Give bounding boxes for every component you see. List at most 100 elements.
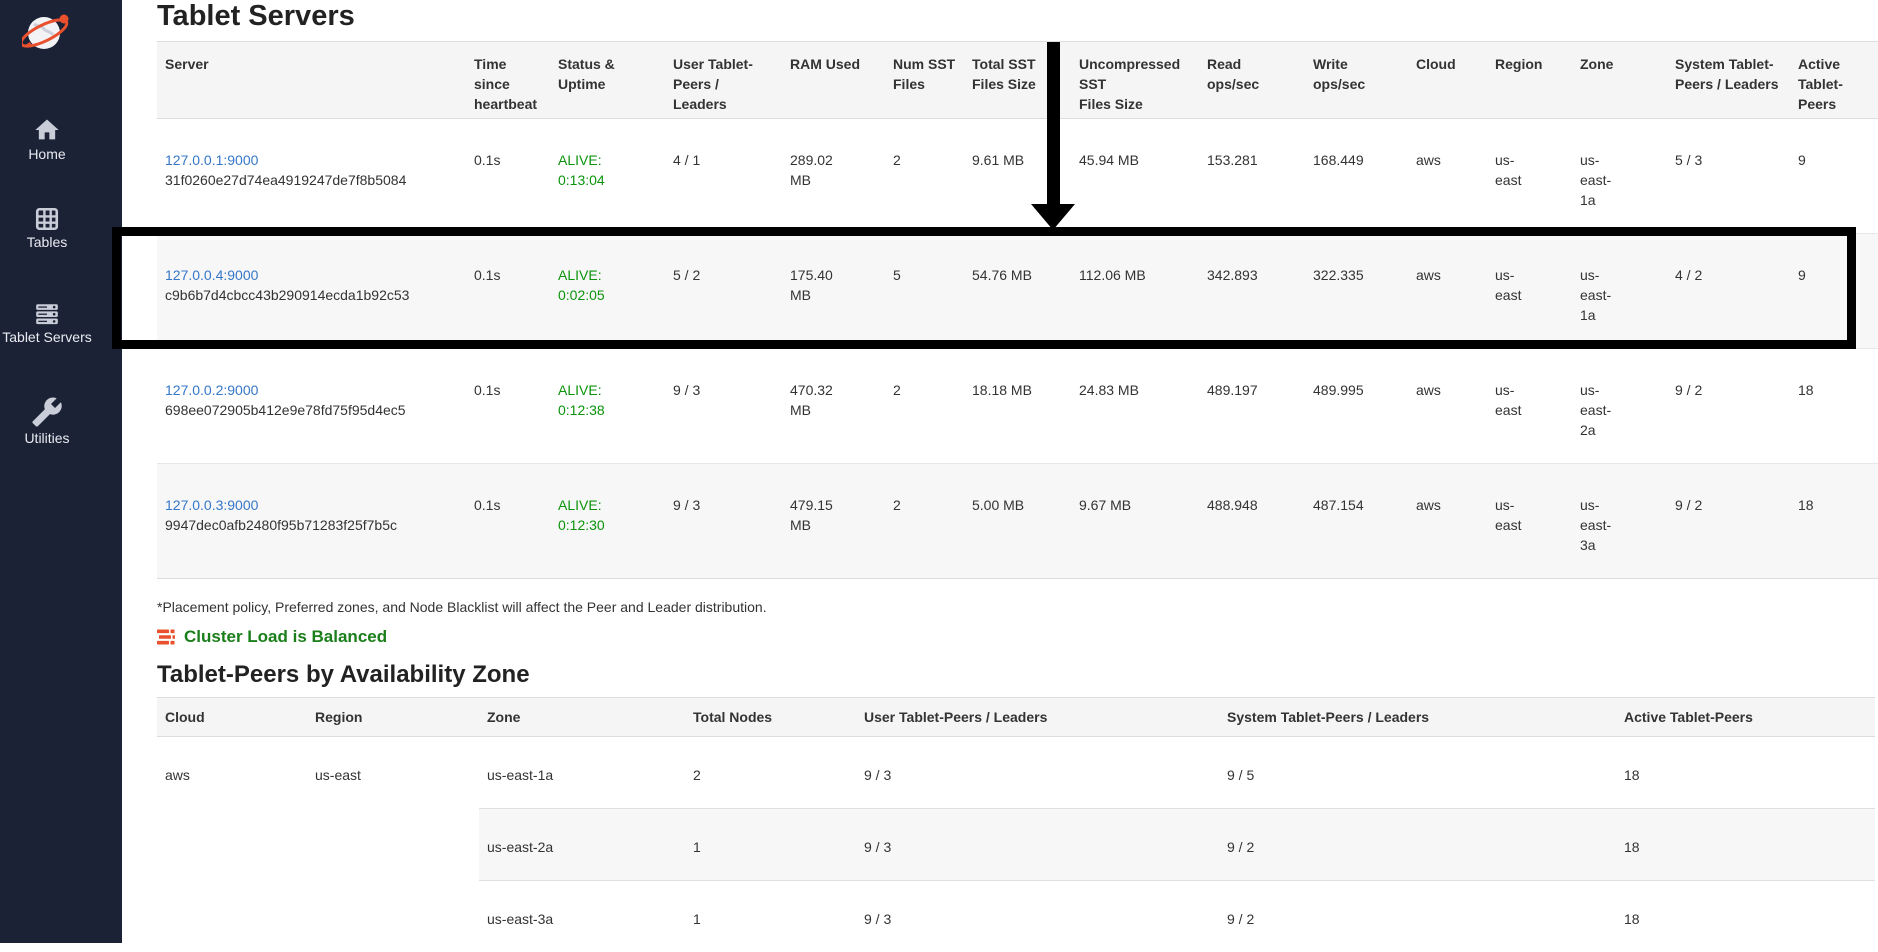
page-title: Tablet Servers — [157, 0, 1878, 32]
az-cell-region: us-east — [307, 737, 479, 952]
az-cell-zone: us-east-2a — [479, 809, 685, 881]
status-uptime: 0:12:30 — [558, 515, 657, 535]
az-cell-system-peers: 9 / 2 — [1219, 881, 1616, 952]
az-column-system-peers: System Tablet-Peers / Leaders — [1219, 698, 1616, 737]
server-row: 127.0.0.2:9000 698ee072905b412e9e78fd75f9… — [157, 349, 1878, 464]
status-alive: ALIVE: — [558, 380, 657, 400]
home-icon — [32, 116, 62, 144]
server-address-link[interactable]: 127.0.0.1:9000 — [165, 152, 258, 168]
cell-zone: us-east-3a — [1572, 464, 1667, 579]
az-column-region: Region — [307, 698, 479, 737]
cell-uncompressed: 24.83 MB — [1071, 349, 1199, 464]
az-cell-active-peers: 18 — [1616, 737, 1875, 809]
sidebar-item-utilities[interactable]: Utilities — [0, 396, 94, 446]
cell-ram: 470.32 MB — [782, 349, 885, 464]
az-row: aws us-east us-east-1a 2 9 / 3 9 / 5 18 — [157, 737, 1875, 809]
az-cell-zone: us-east-3a — [479, 881, 685, 952]
tables-icon — [33, 206, 61, 232]
cell-region: us-east — [1487, 234, 1572, 349]
cell-ram: 289.02 MB — [782, 119, 885, 234]
sidebar: Home Tables — [0, 0, 122, 943]
status-alive: ALIVE: — [558, 150, 657, 170]
column-header-status: Status & Uptime — [550, 42, 665, 119]
server-address-link[interactable]: 127.0.0.2:9000 — [165, 382, 258, 398]
column-header-user-peers: User Tablet-Peers / Leaders — [665, 42, 782, 119]
cell-user-peers: 5 / 2 — [665, 234, 782, 349]
cell-cloud: aws — [1408, 349, 1487, 464]
cell-status: ALIVE:0:02:05 — [550, 234, 665, 349]
az-cell-active-peers: 18 — [1616, 881, 1875, 952]
cell-cloud: aws — [1408, 119, 1487, 234]
server-row-highlighted: 127.0.0.4:9000c9b6b7d4cbcc43b290914ecda1… — [157, 234, 1878, 349]
tablet-servers-table: Server Time since heartbeat Status & Upt… — [157, 41, 1878, 579]
column-header-uncompressed: Uncompressed SST Files Size — [1071, 42, 1199, 119]
main-content: Tablet Servers Server Time since heartbe… — [122, 0, 1878, 952]
az-cell-total-nodes: 1 — [685, 809, 856, 881]
cell-status: ALIVE:0:12:38 — [550, 349, 665, 464]
cell-write-ops: 168.449 — [1305, 119, 1408, 234]
cell-system-peers: 5 / 3 — [1667, 119, 1790, 234]
az-section-title: Tablet-Peers by Availability Zone — [157, 661, 1878, 689]
az-table: Cloud Region Zone Total Nodes User Table… — [157, 697, 1875, 952]
az-cell-zone: us-east-1a — [479, 737, 685, 809]
cell-region: us-east — [1487, 349, 1572, 464]
status-uptime: 0:12:38 — [558, 400, 657, 420]
cell-read-ops: 342.893 — [1199, 234, 1305, 349]
cell-user-peers: 4 / 1 — [665, 119, 782, 234]
cell-cloud: aws — [1408, 234, 1487, 349]
column-header-cloud: Cloud — [1408, 42, 1487, 119]
az-column-active-peers: Active Tablet-Peers — [1616, 698, 1875, 737]
cell-region: us-east — [1487, 119, 1572, 234]
logo[interactable] — [22, 6, 70, 58]
cluster-load-status-row: Cluster Load is Balanced — [157, 627, 1878, 647]
cell-uncompressed: 9.67 MB — [1071, 464, 1199, 579]
az-column-zone: Zone — [479, 698, 685, 737]
cell-zone: us-east-2a — [1572, 349, 1667, 464]
server-address-link[interactable]: 127.0.0.4:9000 — [165, 267, 258, 283]
az-cell-active-peers: 18 — [1616, 809, 1875, 881]
cell-num-sst: 2 — [885, 464, 964, 579]
cell-uncompressed: 112.06 MB — [1071, 234, 1199, 349]
sidebar-item-tables[interactable]: Tables — [0, 206, 94, 250]
cell-server: 127.0.0.4:9000c9b6b7d4cbcc43b290914ecda1… — [157, 234, 466, 349]
az-header-row: Cloud Region Zone Total Nodes User Table… — [157, 698, 1875, 737]
az-column-cloud: Cloud — [157, 698, 307, 737]
cell-active-peers: 18 — [1790, 349, 1878, 464]
cell-zone: us-east-1a — [1572, 234, 1667, 349]
sidebar-item-tablet-servers[interactable]: Tablet Servers — [0, 301, 94, 345]
cell-active-peers: 18 — [1790, 464, 1878, 579]
placement-footnote: *Placement policy, Preferred zones, and … — [157, 599, 1878, 615]
column-header-server: Server — [157, 42, 466, 119]
cell-sst-size: 9.61 MB — [964, 119, 1071, 234]
cell-uncompressed: 45.94 MB — [1071, 119, 1199, 234]
cell-zone: us-east-1a — [1572, 119, 1667, 234]
server-uuid: 698ee072905b412e9e78fd75f95d4ec5 — [165, 400, 458, 420]
cell-heartbeat: 0.1s — [466, 234, 550, 349]
cell-user-peers: 9 / 3 — [665, 464, 782, 579]
az-column-user-peers: User Tablet-Peers / Leaders — [856, 698, 1219, 737]
server-row: 127.0.0.1:9000 31f0260e27d74ea4919247de7f… — [157, 119, 1878, 234]
cell-write-ops: 489.995 — [1305, 349, 1408, 464]
server-uuid: 31f0260e27d74ea4919247de7f8b5084 — [165, 170, 458, 190]
az-cell-system-peers: 9 / 2 — [1219, 809, 1616, 881]
cell-sst-size: 18.18 MB — [964, 349, 1071, 464]
cell-sst-size: 54.76 MB — [964, 234, 1071, 349]
status-alive: ALIVE: — [558, 265, 657, 285]
az-cell-system-peers: 9 / 5 — [1219, 737, 1616, 809]
cell-read-ops: 153.281 — [1199, 119, 1305, 234]
logo-planet-icon — [22, 6, 70, 58]
sidebar-item-home[interactable]: Home — [0, 116, 94, 162]
cluster-load-icon — [157, 629, 175, 646]
az-cell-total-nodes: 2 — [685, 737, 856, 809]
cell-heartbeat: 0.1s — [466, 349, 550, 464]
cell-active-peers: 9 — [1790, 119, 1878, 234]
server-address-link[interactable]: 127.0.0.3:9000 — [165, 497, 258, 513]
az-column-total-nodes: Total Nodes — [685, 698, 856, 737]
cell-server: 127.0.0.1:9000 31f0260e27d74ea4919247de7f… — [157, 119, 466, 234]
az-cell-cloud: aws — [157, 737, 307, 952]
column-header-sst-size: Total SST Files Size — [964, 42, 1071, 119]
az-cell-user-peers: 9 / 3 — [856, 881, 1219, 952]
column-header-zone: Zone — [1572, 42, 1667, 119]
cell-user-peers: 9 / 3 — [665, 349, 782, 464]
cell-write-ops: 487.154 — [1305, 464, 1408, 579]
